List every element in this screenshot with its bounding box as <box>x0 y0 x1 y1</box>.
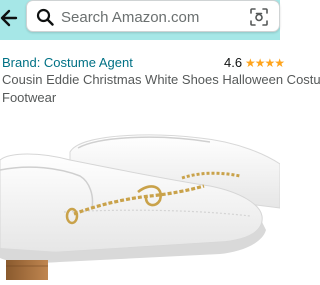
rating-value: 4.6 <box>224 55 243 70</box>
search-input[interactable]: Search Amazon.com <box>61 9 199 26</box>
product-title: Cousin Eddie Christmas White Shoes Hallo… <box>2 71 320 107</box>
product-title-line-1: Cousin Eddie Christmas White Shoes Hallo… <box>2 72 320 87</box>
brand-link[interactable]: Brand: Costume Agent <box>2 55 133 70</box>
product-image[interactable] <box>0 112 281 280</box>
search-bar[interactable]: Search Amazon.com <box>26 0 280 32</box>
camera-scan-icon[interactable] <box>249 7 269 27</box>
brand-rating-row: Brand: Costume Agent 4.6 ★★★★ <box>0 55 285 71</box>
star-rating-icon[interactable]: ★★★★ <box>245 56 285 70</box>
product-title-line-2: Footwear <box>2 90 57 105</box>
search-icon[interactable] <box>36 8 54 26</box>
top-header-bar: Search Amazon.com <box>0 0 280 40</box>
back-arrow-icon[interactable] <box>0 6 18 30</box>
